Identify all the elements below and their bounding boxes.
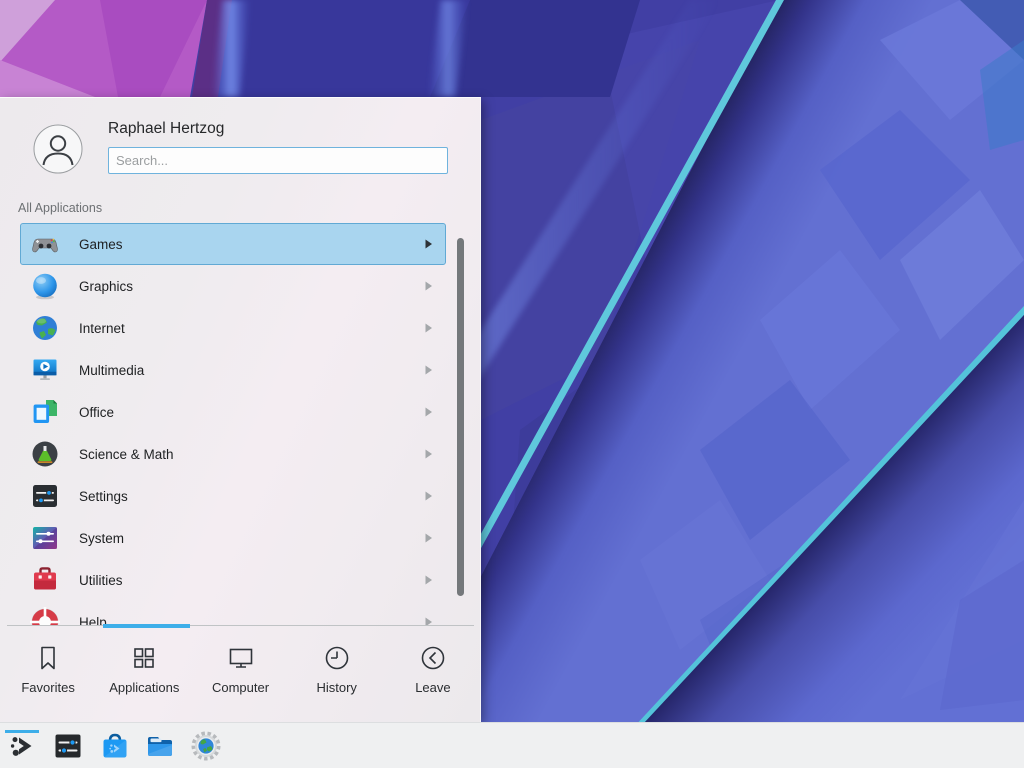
application-category-list: Games Graphics Internet Multimedia Offic… (20, 223, 446, 625)
settings-icon (30, 481, 60, 511)
utilities-icon (30, 565, 60, 595)
app-category-graphics[interactable]: Graphics (20, 265, 446, 307)
section-label: All Applications (18, 201, 102, 215)
submenu-arrow-icon (424, 365, 433, 376)
app-category-label: Internet (79, 321, 125, 336)
app-category-label: System (79, 531, 124, 546)
app-category-label: Settings (79, 489, 128, 504)
active-task-indicator (5, 730, 39, 733)
taskbar-file-manager-button[interactable] (145, 731, 175, 761)
tab-favorites[interactable]: Favorites (0, 630, 96, 722)
active-tab-indicator (103, 624, 190, 628)
taskbar-discover-button[interactable] (100, 731, 130, 761)
tab-leave[interactable]: Leave (385, 630, 481, 722)
system-settings-icon (53, 731, 83, 761)
app-category-utilities[interactable]: Utilities (20, 559, 446, 601)
desktop: Raphael Hertzog All Applications Games G… (0, 0, 1024, 768)
search-field-wrap (108, 147, 448, 174)
taskbar-application-launcher-button[interactable] (7, 731, 37, 761)
tab-applications[interactable]: Applications (96, 630, 192, 722)
app-category-label: Multimedia (79, 363, 144, 378)
app-category-multimedia[interactable]: Multimedia (20, 349, 446, 391)
app-category-science-math[interactable]: Science & Math (20, 433, 446, 475)
submenu-arrow-icon (424, 281, 433, 292)
tab-label: History (316, 680, 356, 695)
tab-label: Applications (109, 680, 179, 695)
app-category-label: Graphics (79, 279, 133, 294)
app-category-games[interactable]: Games (20, 223, 446, 265)
app-category-label: Utilities (79, 573, 123, 588)
internet-icon (30, 313, 60, 343)
submenu-arrow-icon (424, 323, 433, 334)
computer-tab-icon (226, 643, 256, 673)
taskbar-web-browser-button[interactable] (191, 731, 221, 761)
app-category-internet[interactable]: Internet (20, 307, 446, 349)
kickoff-icon (7, 731, 37, 761)
globe-gear-icon (191, 731, 221, 761)
app-category-help[interactable]: Help (20, 601, 446, 625)
submenu-arrow-icon (424, 533, 433, 544)
app-category-office[interactable]: Office (20, 391, 446, 433)
system-icon (30, 523, 60, 553)
submenu-arrow-icon (424, 617, 433, 626)
office-icon (30, 397, 60, 427)
taskbar: ES 7:03 PM 4/24/21 (0, 722, 1024, 768)
tab-label: Computer (212, 680, 269, 695)
discover-icon (100, 731, 130, 761)
submenu-arrow-icon (424, 239, 433, 250)
submenu-arrow-icon (424, 575, 433, 586)
submenu-arrow-icon (424, 491, 433, 502)
app-category-label: Office (79, 405, 114, 420)
app-category-system[interactable]: System (20, 517, 446, 559)
app-category-settings[interactable]: Settings (20, 475, 446, 517)
scrollbar-thumb[interactable] (457, 238, 464, 596)
submenu-arrow-icon (424, 407, 433, 418)
application-launcher-popup: Raphael Hertzog All Applications Games G… (0, 97, 481, 722)
search-input[interactable] (108, 147, 448, 174)
folder-icon (145, 731, 175, 761)
user-avatar[interactable] (33, 124, 83, 174)
favorites-tab-icon (33, 643, 63, 673)
taskbar-system-settings-button[interactable] (53, 731, 83, 761)
science-icon (30, 439, 60, 469)
multimedia-icon (30, 355, 60, 385)
user-name: Raphael Hertzog (108, 120, 224, 138)
app-category-label: Games (79, 237, 123, 252)
tab-computer[interactable]: Computer (192, 630, 288, 722)
tab-label: Leave (415, 680, 450, 695)
applications-tab-icon (129, 643, 159, 673)
history-tab-icon (322, 643, 352, 673)
separator (7, 625, 474, 626)
graphics-icon (30, 271, 60, 301)
app-category-label: Science & Math (79, 447, 174, 462)
launcher-tabbar: Favorites Applications Computer History … (0, 630, 481, 722)
tab-label: Favorites (21, 680, 74, 695)
submenu-arrow-icon (424, 449, 433, 460)
tab-history[interactable]: History (289, 630, 385, 722)
games-icon (30, 229, 60, 259)
help-icon (30, 607, 60, 625)
leave-tab-icon (418, 643, 448, 673)
